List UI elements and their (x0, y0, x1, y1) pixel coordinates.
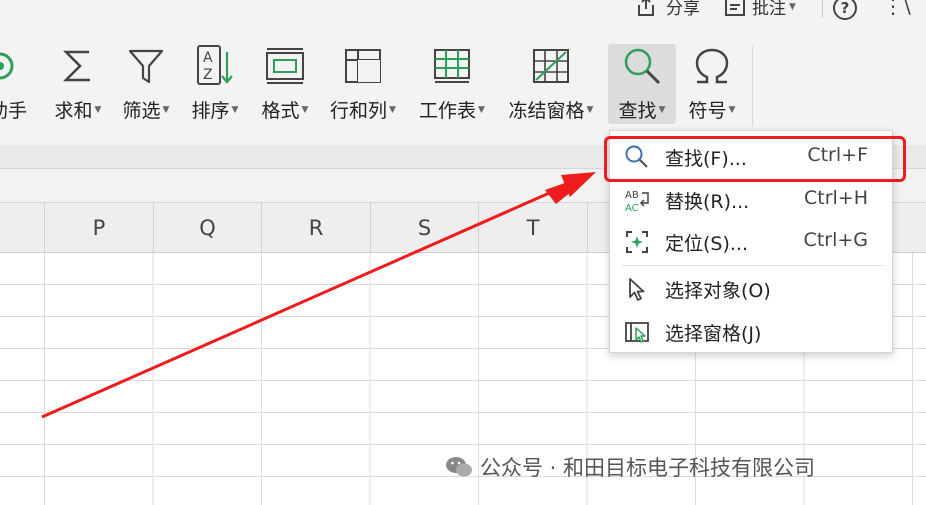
column-label: R (308, 215, 324, 240)
search-icon (620, 44, 664, 88)
chevron-down-icon: ▼ (586, 104, 594, 115)
menu-item-select-objects[interactable]: 选择对象(O) (610, 268, 892, 308)
shortcut-label: Ctrl+G (803, 229, 868, 251)
share-button[interactable]: 分享 (636, 0, 700, 19)
assistant-icon (0, 44, 30, 88)
sort-az-icon: AZ (193, 44, 237, 88)
help-icon[interactable]: ? (833, 0, 857, 20)
highlight-box (604, 136, 906, 182)
worksheet-icon (430, 44, 474, 88)
column-label: T (526, 215, 540, 240)
svg-text:AC: AC (625, 203, 639, 213)
chevron-down-icon: ▼ (301, 104, 309, 115)
menu-item-locate[interactable]: 定位(S)... Ctrl+G (610, 221, 892, 261)
ribbon-item-sort[interactable]: AZ 排序 ▼ (185, 44, 245, 124)
ribbon-label-format: 格式 (261, 100, 300, 122)
column-label: Q (199, 215, 216, 240)
toolbar-divider (822, 0, 823, 18)
wechat-icon (446, 457, 472, 477)
ribbon-item-assistant[interactable]: 助手 (0, 44, 34, 124)
menu-divider (622, 265, 884, 266)
ribbon-item-symbol[interactable]: 符号 ▼ (681, 44, 743, 124)
column-header-r[interactable]: R (261, 203, 370, 252)
svg-text:AB: AB (625, 190, 639, 201)
chevron-down-icon: ▼ (389, 104, 396, 115)
ribbon-label-filter: 筛选 (122, 100, 161, 122)
column-label: S (417, 215, 432, 240)
watermark-text: 公众号 · 和田目标电子科技有限公司 (480, 456, 816, 480)
ribbon-label-sort: 排序 (191, 100, 230, 122)
ribbon-item-filter[interactable]: 筛选 ▼ (116, 44, 176, 124)
review-button[interactable]: 批注 ▼ (724, 0, 796, 19)
ribbon-label-freeze-panes: 冻结窗格 (508, 100, 585, 122)
menu-item-selection-pane[interactable]: 选择窗格(J) (610, 311, 892, 351)
watermark: 公众号 · 和田目标电子科技有限公司 (444, 452, 815, 482)
menu-item-label: 选择对象(O) (665, 280, 771, 302)
column-header-t[interactable]: T (478, 203, 587, 252)
column-label: P (92, 215, 106, 240)
chevron-down-icon: ▼ (162, 104, 170, 115)
ribbon-divider (752, 46, 753, 126)
ribbon-item-worksheet[interactable]: 工作表 ▼ (413, 44, 491, 124)
column-header-p[interactable]: P (44, 203, 153, 252)
comment-icon (725, 0, 745, 16)
ribbon-label-find: 查找 (618, 100, 657, 122)
column-header-q[interactable]: Q (153, 203, 261, 252)
review-label: 批注 (752, 0, 786, 19)
menu-item-replace[interactable]: AB AC 替换(R)... Ctrl+H (610, 179, 892, 219)
more-icon[interactable]: ⋮ (883, 0, 903, 18)
column-header-s[interactable]: S (370, 203, 478, 252)
chevron-down-icon: ▼ (94, 104, 102, 115)
rows-columns-icon (341, 44, 385, 88)
chevron-down-icon: ▼ (658, 104, 666, 115)
selection-pane-icon (625, 322, 649, 343)
ribbon-label-symbol: 符号 (688, 100, 727, 122)
chevron-down-icon: ▼ (231, 104, 239, 115)
ribbon-item-rows-columns[interactable]: 行和列 ▼ (324, 44, 402, 124)
ribbon-item-freeze-panes[interactable]: 冻结窗格 ▼ (502, 44, 600, 124)
sigma-icon (56, 44, 100, 88)
menu-item-label: 定位(S)... (665, 233, 749, 255)
freeze-panes-icon (529, 44, 573, 88)
chevron-down-icon: ▼ (728, 104, 736, 115)
collapse-icon[interactable]: \ (904, 0, 911, 18)
filter-icon (124, 44, 168, 88)
ribbon-label-assistant: 助手 (0, 100, 27, 122)
ribbon-label-rows-columns: 行和列 (330, 100, 388, 122)
svg-text:A: A (203, 50, 213, 66)
omega-icon (690, 44, 734, 88)
ribbon-label-worksheet: 工作表 (419, 100, 477, 122)
ribbon-label-sum: 求和 (54, 100, 93, 122)
shortcut-label: Ctrl+H (803, 187, 868, 209)
locate-icon (626, 231, 648, 253)
ribbon-item-find[interactable]: 查找 ▼ (608, 44, 676, 124)
chevron-down-icon: ▼ (478, 104, 485, 115)
ribbon-item-sum[interactable]: 求和 ▼ (48, 44, 108, 124)
menu-item-label: 替换(R)... (665, 191, 750, 213)
top-bar: 分享 批注 ▼ ? ⋮ \ (0, 0, 926, 34)
chevron-down-icon: ▼ (789, 1, 796, 12)
replace-icon: AB AC (625, 190, 649, 213)
menu-item-label: 选择窗格(J) (665, 323, 762, 345)
ribbon-item-format[interactable]: 格式 ▼ (255, 44, 315, 124)
svg-text:Z: Z (203, 67, 213, 83)
share-label: 分享 (666, 0, 700, 19)
share-icon (638, 0, 654, 16)
cursor-icon (629, 278, 645, 301)
format-icon (263, 44, 307, 88)
